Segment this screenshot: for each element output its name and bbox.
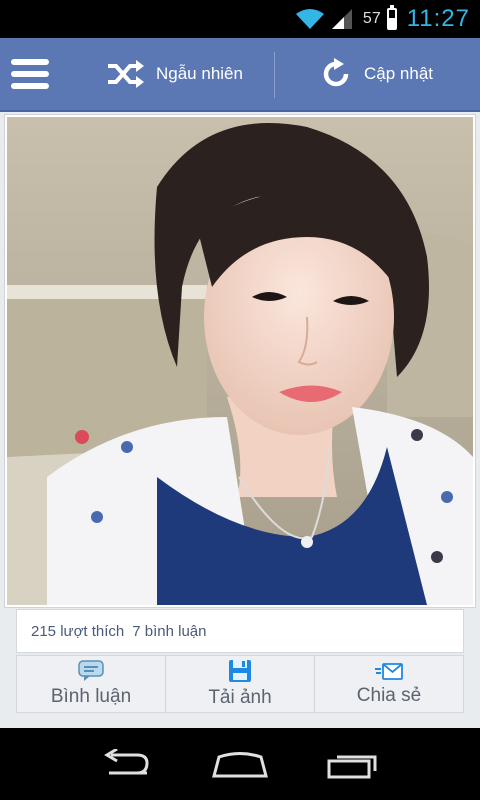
- action-bar: Ngẫu nhiên Cập nhật: [0, 38, 480, 112]
- photo-frame: [4, 114, 476, 608]
- random-label: Ngẫu nhiên: [156, 64, 243, 83]
- refresh-icon: [323, 58, 349, 87]
- home-icon: [212, 752, 268, 778]
- post-actions: Bình luận Tải ảnh Chia sẻ: [16, 655, 464, 713]
- content-area: 215 lượt thích 7 bình luận Bình luận Tải…: [0, 112, 480, 728]
- wifi-icon: [295, 9, 324, 29]
- share-button[interactable]: Chia sẻ: [314, 656, 463, 712]
- portrait-photo: [7, 117, 473, 605]
- save-image-button[interactable]: Tải ảnh: [165, 656, 314, 712]
- recent-apps-button[interactable]: [318, 739, 388, 789]
- post-stats: 215 lượt thích 7 bình luận: [16, 609, 464, 653]
- comment-label: Bình luận: [50, 686, 132, 707]
- likes-count[interactable]: 215 lượt thích: [31, 623, 124, 640]
- refresh-button[interactable]: Cập nhật: [320, 37, 433, 111]
- hamburger-menu-icon: [11, 59, 49, 89]
- post-photo[interactable]: [7, 117, 473, 605]
- status-indicators: 57 11:27: [295, 0, 470, 38]
- navigation-bar: [0, 728, 480, 800]
- share-icon: [375, 663, 403, 680]
- action-bar-divider: [274, 52, 275, 98]
- menu-button[interactable]: [0, 37, 60, 111]
- back-icon: [103, 749, 149, 775]
- clock: 11:27: [406, 5, 470, 32]
- recent-apps-icon: [327, 755, 377, 779]
- refresh-label: Cập nhật: [364, 64, 433, 83]
- home-button[interactable]: [205, 739, 275, 789]
- battery-percent: 57: [362, 10, 381, 27]
- save-icon: [229, 660, 251, 682]
- save-image-label: Tải ảnh: [208, 687, 272, 708]
- cell-signal-icon: [331, 9, 352, 29]
- comments-count[interactable]: 7 bình luận: [132, 623, 206, 640]
- shuffle-icon: [108, 60, 144, 88]
- share-label: Chia sẻ: [356, 685, 422, 706]
- back-button[interactable]: [92, 739, 162, 789]
- status-bar: 57 11:27: [0, 0, 480, 38]
- random-button[interactable]: Ngẫu nhiên: [106, 37, 243, 111]
- battery-icon: [386, 5, 397, 30]
- comment-icon: [78, 660, 104, 681]
- comment-button[interactable]: Bình luận: [17, 656, 165, 712]
